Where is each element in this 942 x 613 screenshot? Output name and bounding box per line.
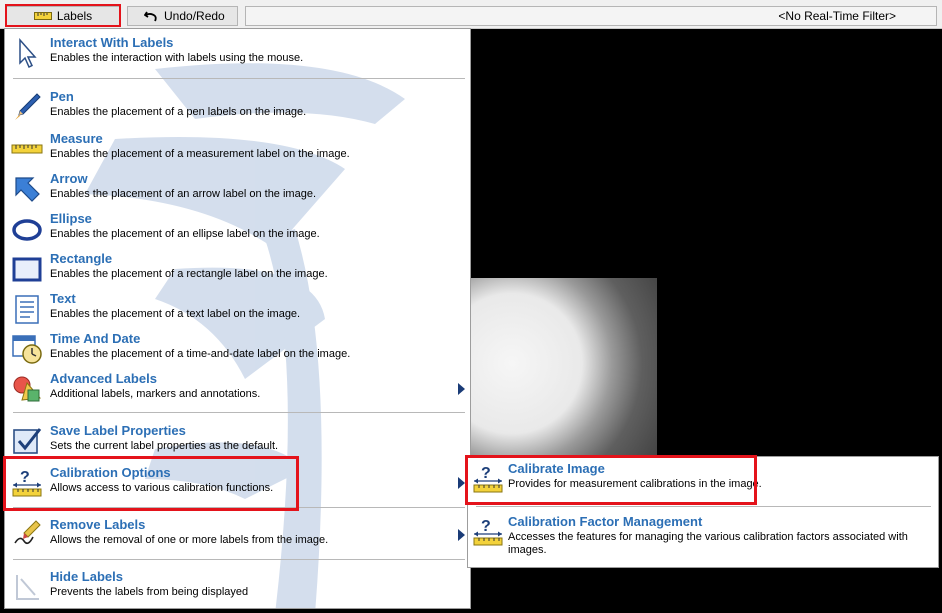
- labels-button-text: Labels: [56, 9, 93, 23]
- menu-item-desc: Prevents the labels from being displayed: [50, 586, 249, 598]
- menu-separator: [13, 78, 465, 79]
- pen-icon: [15, 93, 41, 120]
- image-view[interactable]: [471, 278, 657, 456]
- menu-separator: [13, 559, 465, 560]
- menu-item-desc: Allows the removal of one or more labels…: [50, 534, 329, 546]
- menu-item-title: Save Label Properties: [50, 423, 186, 438]
- submenu-item-calibrate-image[interactable]: ? Calibrate Image Provides for measureme…: [468, 459, 938, 499]
- undo-icon: [144, 11, 157, 22]
- menu-item-desc: Enables the placement of a text label on…: [50, 308, 301, 320]
- rectangle-icon: [12, 257, 42, 282]
- menu-item-desc: Allows access to various calibration fun…: [50, 482, 274, 494]
- menu-separator: [13, 507, 465, 508]
- clock-calendar-icon: [12, 335, 42, 364]
- eraser-pen-icon: [14, 520, 41, 545]
- menu-separator: [13, 412, 465, 413]
- arrow-icon: [15, 177, 40, 202]
- menu-item-desc: Enables the interaction with labels usin…: [50, 52, 304, 64]
- submenu-item-title: Calibration Factor Management: [508, 514, 703, 529]
- menu-item-advanced-labels[interactable]: Advanced Labels Additional labels, marke…: [5, 369, 470, 409]
- submenu-item-desc: Accesses the features for managing the v…: [508, 531, 908, 556]
- calibration-submenu: ? Calibrate Image Provides for measureme…: [467, 456, 939, 568]
- calibration-icon: ?: [473, 518, 503, 546]
- menu-item-title: Text: [50, 291, 76, 306]
- menu-item-measure[interactable]: Measure Enables the placement of a measu…: [5, 129, 470, 169]
- submenu-item-title: Calibrate Image: [508, 461, 605, 476]
- menu-item-calibration-options[interactable]: ? Calibration Options Allows access to v…: [5, 463, 470, 503]
- menu-item-pen[interactable]: Pen Enables the placement of a pen label…: [5, 87, 470, 127]
- menu-item-title: Interact With Labels: [50, 35, 174, 50]
- svg-text:?: ?: [481, 465, 491, 482]
- menu-item-title: Remove Labels: [50, 517, 146, 532]
- submenu-item-desc: Provides for measurement calibrations in…: [508, 478, 762, 490]
- ellipse-icon: [12, 219, 42, 241]
- submenu-arrow-icon: [458, 383, 465, 395]
- labels-button[interactable]: Labels: [6, 6, 120, 26]
- menu-item-desc: Enables the placement of an arrow label …: [50, 188, 316, 200]
- checkbox-save-icon: [13, 428, 42, 454]
- shapes-icon: [13, 376, 42, 402]
- hide-labels-icon: [16, 575, 39, 600]
- menu-item-rectangle[interactable]: Rectangle Enables the placement of a rec…: [5, 249, 470, 289]
- menu-item-time-and-date[interactable]: Time And Date Enables the placement of a…: [5, 329, 470, 369]
- submenu-arrow-icon: [458, 477, 465, 489]
- menu-item-interact-with-labels[interactable]: Interact With Labels Enables the interac…: [5, 33, 470, 73]
- filter-text: <No Real-Time Filter>: [778, 9, 896, 23]
- labels-menu: Interact With Labels Enables the interac…: [4, 28, 471, 609]
- menu-item-desc: Enables the placement of a rectangle lab…: [50, 268, 328, 280]
- realtime-filter-selector[interactable]: <No Real-Time Filter>: [245, 6, 937, 26]
- ruler-icon: [33, 12, 52, 20]
- menu-item-title: Advanced Labels: [50, 371, 157, 386]
- menu-item-title: Arrow: [50, 171, 88, 186]
- menu-item-ellipse[interactable]: Ellipse Enables the placement of an elli…: [5, 209, 470, 249]
- submenu-item-calibration-factor-management[interactable]: ? Calibration Factor Management Accesses…: [468, 512, 938, 564]
- undo-redo-text: Undo/Redo: [164, 9, 225, 23]
- undo-redo-button[interactable]: Undo/Redo: [127, 6, 238, 26]
- menu-item-title: Measure: [50, 131, 103, 146]
- menu-item-hide-labels[interactable]: Hide Labels Prevents the labels from bei…: [5, 567, 470, 607]
- menu-item-save-label-properties[interactable]: Save Label Properties Sets the current l…: [5, 421, 470, 461]
- calibration-icon: ?: [473, 465, 503, 493]
- menu-item-desc: Enables the placement of a time-and-date…: [50, 348, 351, 360]
- ruler-icon: [11, 144, 43, 154]
- calibration-icon: ?: [12, 469, 42, 497]
- menu-item-desc: Enables the placement of an ellipse labe…: [50, 228, 320, 240]
- menu-item-desc: Enables the placement of a pen labels on…: [50, 106, 307, 118]
- submenu-arrow-icon: [458, 529, 465, 541]
- menu-item-title: Time And Date: [50, 331, 141, 346]
- menu-item-title: Ellipse: [50, 211, 92, 226]
- svg-text:?: ?: [481, 518, 491, 535]
- menu-item-desc: Additional labels, markers and annotatio…: [50, 388, 261, 400]
- menu-item-desc: Enables the placement of a measurement l…: [50, 148, 350, 160]
- menu-item-title: Rectangle: [50, 251, 113, 266]
- menu-item-remove-labels[interactable]: Remove Labels Allows the removal of one …: [5, 515, 470, 555]
- toolbar: Labels Undo/Redo <No Real-Time Filter>: [0, 0, 942, 29]
- svg-text:?: ?: [20, 469, 30, 486]
- text-icon: [15, 295, 39, 324]
- menu-item-title: Pen: [50, 89, 74, 104]
- menu-item-arrow[interactable]: Arrow Enables the placement of an arrow …: [5, 169, 470, 209]
- menu-item-desc: Sets the current label properties as the…: [50, 440, 279, 452]
- cursor-icon: [19, 38, 37, 69]
- menu-item-text[interactable]: Text Enables the placement of a text lab…: [5, 289, 470, 329]
- menu-item-title: Calibration Options: [50, 465, 171, 480]
- submenu-separator: [476, 506, 931, 507]
- menu-item-title: Hide Labels: [50, 569, 123, 584]
